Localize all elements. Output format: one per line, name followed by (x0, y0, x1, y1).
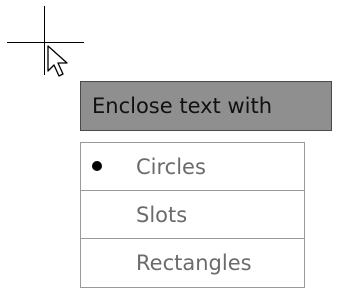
crosshair-vertical-line (44, 6, 45, 75)
menu-item-circles[interactable]: Circles (81, 143, 304, 191)
crosshair-horizontal-line (7, 42, 84, 43)
menu-item-label: Slots (136, 202, 188, 227)
menu-item-slots[interactable]: Slots (81, 191, 304, 239)
arrow-pointer-icon (47, 45, 68, 77)
menu-item-label: Rectangles (136, 251, 252, 275)
menu-item-label: Circles (136, 154, 206, 179)
menu-header: Enclose text with (80, 81, 332, 131)
menu-header-label: Enclose text with (92, 94, 273, 118)
bullet-icon (92, 160, 102, 171)
menu-item-rectangles[interactable]: Rectangles (81, 239, 304, 287)
canvas-area[interactable]: Enclose text with Circles Slots Rectangl… (0, 0, 340, 295)
enclose-options-menu: Circles Slots Rectangles (80, 142, 305, 288)
